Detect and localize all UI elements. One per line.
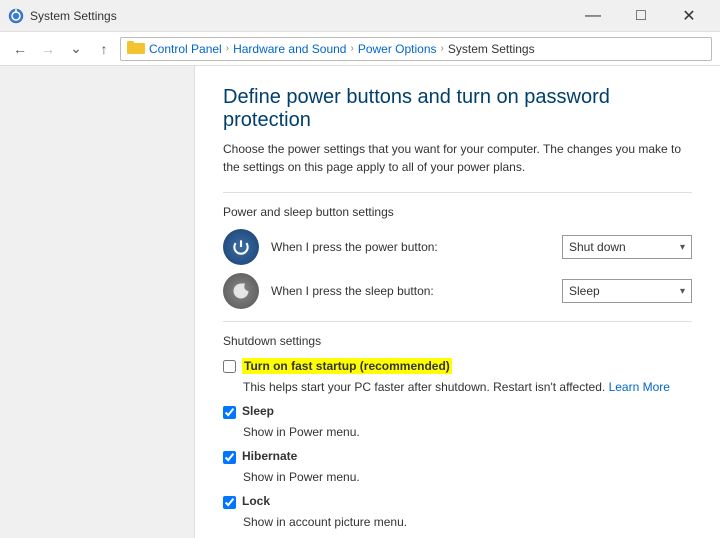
- hibernate-row: Hibernate: [223, 449, 692, 464]
- power-button-value: Shut down: [569, 240, 626, 254]
- minimize-button[interactable]: —: [570, 2, 616, 30]
- hibernate-label[interactable]: Hibernate: [242, 449, 297, 463]
- address-bar: ← → ⌄ ↑ Control Panel › Hardware and Sou…: [0, 32, 720, 66]
- lock-row: Lock: [223, 494, 692, 509]
- sleep-label[interactable]: Sleep: [242, 404, 274, 418]
- sleep-button-dropdown[interactable]: Sleep ▾: [562, 279, 692, 303]
- power-button-settings: Power and sleep button settings When I p…: [223, 205, 692, 309]
- page-title: Define power buttons and turn on passwor…: [223, 86, 692, 132]
- maximize-button[interactable]: □: [618, 2, 664, 30]
- breadcrumb-sep-1: ›: [226, 43, 229, 54]
- breadcrumb-folder-icon: [127, 40, 145, 57]
- divider-2: [223, 321, 692, 322]
- power-button-row: When I press the power button: Shut down…: [223, 229, 692, 265]
- content-area: Define power buttons and turn on passwor…: [195, 66, 720, 538]
- fast-startup-highlight: Turn on fast startup (recommended): [242, 358, 452, 374]
- breadcrumb-hardware-sound[interactable]: Hardware and Sound: [233, 42, 346, 56]
- page-description: Choose the power settings that you want …: [223, 140, 692, 176]
- power-button-dropdown[interactable]: Shut down ▾: [562, 235, 692, 259]
- breadcrumb-power-options[interactable]: Power Options: [358, 42, 437, 56]
- sleep-row: Sleep: [223, 404, 692, 419]
- breadcrumb-control-panel[interactable]: Control Panel: [149, 42, 222, 56]
- breadcrumb: Control Panel › Hardware and Sound › Pow…: [120, 37, 712, 61]
- sleep-button-row: When I press the sleep button: Sleep ▾: [223, 273, 692, 309]
- back-button[interactable]: ←: [8, 37, 32, 61]
- shutdown-section-label: Shutdown settings: [223, 334, 692, 348]
- fast-startup-text: Turn on fast startup (recommended): [244, 359, 450, 373]
- sleep-button-value: Sleep: [569, 284, 600, 298]
- breadcrumb-sep-2: ›: [350, 43, 353, 54]
- sleep-desc: Show in Power menu.: [243, 425, 692, 439]
- power-dropdown-arrow: ▾: [680, 242, 685, 253]
- fast-startup-label[interactable]: Turn on fast startup (recommended): [242, 358, 452, 374]
- lock-text: Lock: [242, 494, 270, 508]
- sleep-button-label: When I press the sleep button:: [271, 284, 550, 298]
- dropdown-button[interactable]: ⌄: [64, 37, 88, 61]
- breadcrumb-sep-3: ›: [441, 43, 444, 54]
- fast-startup-row: Turn on fast startup (recommended): [223, 358, 692, 374]
- main-container: Define power buttons and turn on passwor…: [0, 66, 720, 538]
- power-button-label: When I press the power button:: [271, 240, 550, 254]
- hibernate-desc: Show in Power menu.: [243, 470, 692, 484]
- window-title: System Settings: [30, 9, 117, 23]
- close-button[interactable]: ✕: [666, 2, 712, 30]
- power-button-icon: [223, 229, 259, 265]
- hibernate-checkbox[interactable]: [223, 451, 236, 464]
- window-controls: — □ ✕: [570, 2, 712, 30]
- power-section-label: Power and sleep button settings: [223, 205, 692, 219]
- sleep-checkbox[interactable]: [223, 406, 236, 419]
- sleep-dropdown-arrow: ▾: [680, 286, 685, 297]
- breadcrumb-current: System Settings: [448, 42, 535, 56]
- sidebar: [0, 66, 195, 538]
- sleep-text: Sleep: [242, 404, 274, 418]
- hibernate-text: Hibernate: [242, 449, 297, 463]
- app-icon: [8, 8, 24, 24]
- title-bar: System Settings — □ ✕: [0, 0, 720, 32]
- lock-desc: Show in account picture menu.: [243, 515, 692, 529]
- fast-startup-checkbox[interactable]: [223, 360, 236, 373]
- up-button[interactable]: ↑: [92, 37, 116, 61]
- learn-more-link[interactable]: Learn More: [609, 380, 670, 394]
- lock-checkbox[interactable]: [223, 496, 236, 509]
- lock-label[interactable]: Lock: [242, 494, 270, 508]
- divider-1: [223, 192, 692, 193]
- shutdown-settings: Shutdown settings Turn on fast startup (…: [223, 334, 692, 529]
- forward-button[interactable]: →: [36, 37, 60, 61]
- fast-startup-desc: This helps start your PC faster after sh…: [243, 380, 692, 394]
- sleep-button-icon: [223, 273, 259, 309]
